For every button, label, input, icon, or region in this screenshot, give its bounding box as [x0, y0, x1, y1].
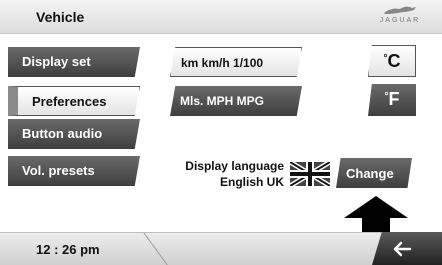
metric-units-label: km km/h 1/100 [181, 56, 264, 70]
change-language-button[interactable]: Change [336, 158, 412, 188]
menu-item-label: Vol. presets [22, 163, 95, 178]
menu-vol-presets-button[interactable]: Vol. presets [8, 156, 140, 186]
menu-display-set-button[interactable]: Display set [8, 47, 140, 77]
header-bar: Vehicle JAGUAR [0, 0, 442, 34]
change-button-label: Change [346, 166, 394, 181]
fahrenheit-button[interactable]: °F [368, 84, 416, 116]
jaguar-logo: JAGUAR [370, 4, 430, 30]
menu-button-audio-button[interactable]: Button audio [8, 119, 140, 149]
imperial-units-button[interactable]: Mls. MPH MPG [170, 86, 302, 116]
degree-symbol: ° [384, 91, 389, 102]
imperial-units-label: Mls. MPH MPG [180, 94, 265, 108]
page-title: Vehicle [36, 9, 85, 25]
current-language-value: English UK [219, 175, 284, 189]
celsius-button[interactable]: °C [368, 45, 416, 77]
celsius-label: C [387, 51, 401, 71]
leaping-cat-icon [384, 6, 416, 14]
display-language-label: Display language English UK [172, 158, 284, 190]
fahrenheit-label: F [388, 89, 400, 109]
degree-symbol: ° [383, 53, 388, 64]
back-arrow-icon [393, 241, 412, 257]
footer-divider [143, 233, 168, 265]
brand-wordmark: JAGUAR [379, 17, 421, 24]
display-language-title: Display language [185, 159, 284, 173]
uk-flag-icon [290, 162, 330, 186]
vehicle-screen: Vehicle JAGUAR Display set Preferences B… [0, 0, 442, 265]
metric-units-button[interactable]: km km/h 1/100 [170, 47, 302, 77]
menu-item-label: Preferences [32, 94, 107, 109]
menu-item-label: Display set [22, 54, 91, 69]
menu-preferences-button[interactable]: Preferences [8, 86, 140, 116]
clock: 12 : 26 pm [36, 242, 100, 257]
menu-item-label: Button audio [22, 126, 103, 141]
